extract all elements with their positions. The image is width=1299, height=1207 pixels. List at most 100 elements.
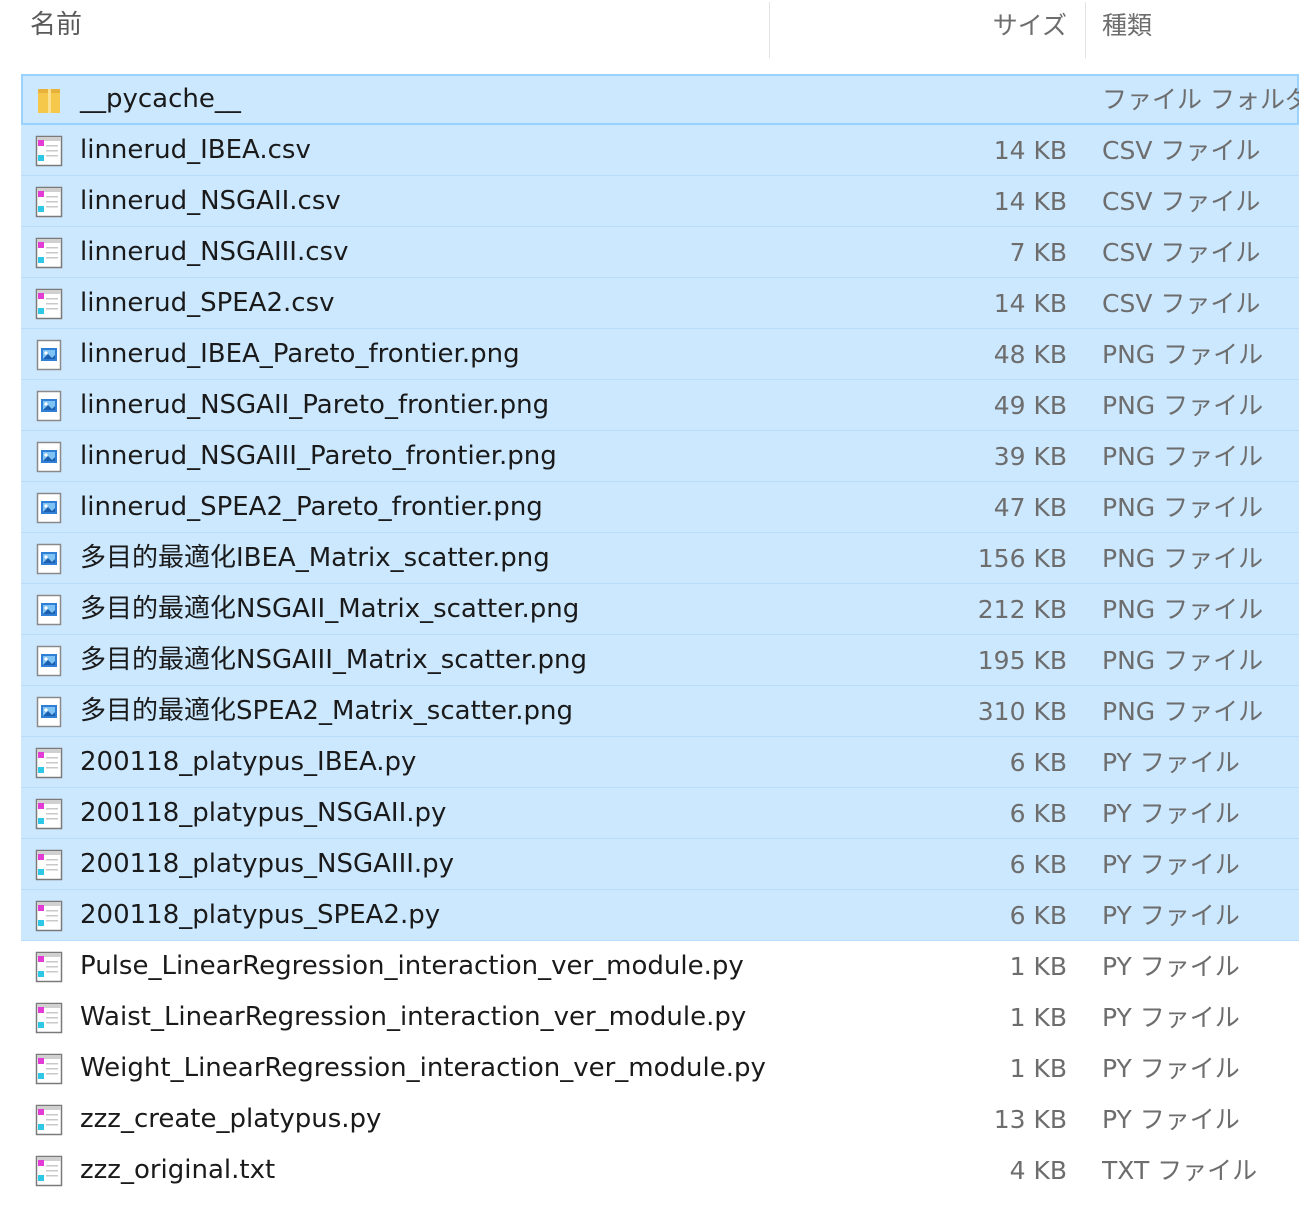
file-type: PNG ファイル xyxy=(1102,340,1264,369)
file-row[interactable]: zzz_create_platypus.py 13 KB PY ファイル xyxy=(0,1094,1299,1145)
file-type: CSV ファイル xyxy=(1102,238,1261,267)
file-name[interactable]: linnerud_SPEA2.csv xyxy=(80,278,335,329)
file-row[interactable]: linnerud_NSGAII.csv 14 KB CSV ファイル xyxy=(0,176,1299,227)
file-row[interactable]: 200118_platypus_SPEA2.py 6 KB PY ファイル xyxy=(0,890,1299,941)
file-size: 7 KB xyxy=(1009,238,1067,267)
file-name[interactable]: 多目的最適化NSGAII_Matrix_scatter.png xyxy=(80,584,579,635)
file-row[interactable]: linnerud_NSGAII_Pareto_frontier.png 49 KB… xyxy=(0,380,1299,431)
file-row[interactable]: zzz_original.txt 4 KB TXT ファイル xyxy=(0,1145,1299,1196)
file-row[interactable]: linnerud_SPEA2.csv 14 KB CSV ファイル xyxy=(0,278,1299,329)
file-name[interactable]: linnerud_NSGAII_Pareto_frontier.png xyxy=(80,380,549,431)
file-name[interactable]: 多目的最適化SPEA2_Matrix_scatter.png xyxy=(80,686,573,737)
file-size: 1 KB xyxy=(1009,1054,1067,1083)
file-row[interactable]: linnerud_NSGAIII_Pareto_frontier.png 39 K… xyxy=(0,431,1299,482)
file-type: PNG ファイル xyxy=(1102,595,1264,624)
file-type: PNG ファイル xyxy=(1102,442,1264,471)
file-row[interactable]: 200118_platypus_NSGAII.py 6 KB PY ファイル xyxy=(0,788,1299,839)
file-row[interactable]: 多目的最適化IBEA_Matrix_scatter.png 156 KB PNG フ… xyxy=(0,533,1299,584)
file-name[interactable]: __pycache__ xyxy=(80,74,241,125)
file-size: 14 KB xyxy=(993,187,1067,216)
file-name[interactable]: 多目的最適化NSGAIII_Matrix_scatter.png xyxy=(80,635,587,686)
file-icon xyxy=(34,1104,64,1136)
file-list: __pycache__ ファイル フォルダー linnerud_IBEA.csv 14… xyxy=(0,74,1299,1196)
file-size: 212 KB xyxy=(977,595,1067,624)
column-header-type[interactable]: 種類 xyxy=(1102,0,1299,51)
file-row[interactable]: __pycache__ ファイル フォルダー xyxy=(0,74,1299,125)
file-size: 1 KB xyxy=(1009,1003,1067,1032)
file-type: CSV ファイル xyxy=(1102,187,1261,216)
file-row[interactable]: linnerud_IBEA.csv 14 KB CSV ファイル xyxy=(0,125,1299,176)
file-row[interactable]: linnerud_NSGAIII.csv 7 KB CSV ファイル xyxy=(0,227,1299,278)
file-type: PY ファイル xyxy=(1102,799,1240,828)
column-header-size[interactable]: サイズ xyxy=(786,0,1067,51)
file-name[interactable]: 200118_platypus_NSGAII.py xyxy=(80,788,446,839)
file-type: PNG ファイル xyxy=(1102,697,1264,726)
file-type: PNG ファイル xyxy=(1102,544,1264,573)
file-icon xyxy=(34,951,64,983)
file-row[interactable]: 200118_platypus_NSGAIII.py 6 KB PY ファイル xyxy=(0,839,1299,890)
column-divider[interactable] xyxy=(769,2,770,58)
file-icon xyxy=(34,747,64,779)
file-row[interactable]: Pulse_LinearRegression_interaction_ver_m… xyxy=(0,941,1299,992)
file-size: 48 KB xyxy=(993,340,1067,369)
file-type: PY ファイル xyxy=(1102,748,1240,777)
file-size: 195 KB xyxy=(977,646,1067,675)
file-size: 1 KB xyxy=(1009,952,1067,981)
file-name[interactable]: Weight_LinearRegression_interaction_ver_… xyxy=(80,1043,766,1094)
file-icon xyxy=(34,1053,64,1085)
file-size: 6 KB xyxy=(1009,850,1067,879)
file-type: ファイル フォルダー xyxy=(1102,85,1299,114)
file-type: PY ファイル xyxy=(1102,1105,1240,1134)
column-header: 名前 サイズ 種類 xyxy=(0,0,1299,60)
file-type: PNG ファイル xyxy=(1102,391,1264,420)
file-name[interactable]: Waist_LinearRegression_interaction_ver_m… xyxy=(80,992,746,1043)
image-icon xyxy=(34,390,64,422)
file-row[interactable]: Waist_LinearRegression_interaction_ver_m… xyxy=(0,992,1299,1043)
file-type: CSV ファイル xyxy=(1102,136,1261,165)
file-icon xyxy=(34,1002,64,1034)
file-type: PY ファイル xyxy=(1102,850,1240,879)
file-name[interactable]: linnerud_NSGAII.csv xyxy=(80,176,341,227)
file-type: PY ファイル xyxy=(1102,1003,1240,1032)
file-name[interactable]: linnerud_IBEA.csv xyxy=(80,125,311,176)
file-name[interactable]: linnerud_NSGAIII.csv xyxy=(80,227,348,278)
folder-icon xyxy=(34,84,64,116)
file-icon xyxy=(34,186,64,218)
file-size: 14 KB xyxy=(993,289,1067,318)
file-name[interactable]: zzz_original.txt xyxy=(80,1145,275,1196)
file-name[interactable]: 200118_platypus_NSGAIII.py xyxy=(80,839,454,890)
file-name[interactable]: linnerud_NSGAIII_Pareto_frontier.png xyxy=(80,431,557,482)
file-name[interactable]: Pulse_LinearRegression_interaction_ver_m… xyxy=(80,941,744,992)
file-row[interactable]: 200118_platypus_IBEA.py 6 KB PY ファイル xyxy=(0,737,1299,788)
column-divider[interactable] xyxy=(1085,2,1086,58)
file-name[interactable]: linnerud_IBEA_Pareto_frontier.png xyxy=(80,329,520,380)
file-size: 310 KB xyxy=(977,697,1067,726)
image-icon xyxy=(34,696,64,728)
file-size: 6 KB xyxy=(1009,748,1067,777)
file-row[interactable]: Weight_LinearRegression_interaction_ver_… xyxy=(0,1043,1299,1094)
file-type: PNG ファイル xyxy=(1102,646,1264,675)
file-type: PY ファイル xyxy=(1102,901,1240,930)
file-row[interactable]: linnerud_IBEA_Pareto_frontier.png 48 KB PN… xyxy=(0,329,1299,380)
file-icon xyxy=(34,135,64,167)
file-size: 4 KB xyxy=(1009,1156,1067,1185)
file-icon xyxy=(34,849,64,881)
file-row[interactable]: 多目的最適化NSGAIII_Matrix_scatter.png 195 KB PN… xyxy=(0,635,1299,686)
file-name[interactable]: linnerud_SPEA2_Pareto_frontier.png xyxy=(80,482,543,533)
file-icon xyxy=(34,237,64,269)
file-row[interactable]: 多目的最適化SPEA2_Matrix_scatter.png 310 KB PNG … xyxy=(0,686,1299,737)
image-icon xyxy=(34,339,64,371)
file-row[interactable]: 多目的最適化NSGAII_Matrix_scatter.png 212 KB PNG… xyxy=(0,584,1299,635)
image-icon xyxy=(34,441,64,473)
file-size: 14 KB xyxy=(993,136,1067,165)
file-icon xyxy=(34,288,64,320)
file-name[interactable]: 多目的最適化IBEA_Matrix_scatter.png xyxy=(80,533,550,584)
file-size: 47 KB xyxy=(993,493,1067,522)
file-name[interactable]: zzz_create_platypus.py xyxy=(80,1094,381,1145)
column-header-name[interactable]: 名前 xyxy=(30,0,82,51)
file-name[interactable]: 200118_platypus_SPEA2.py xyxy=(80,890,440,941)
file-name[interactable]: 200118_platypus_IBEA.py xyxy=(80,737,416,788)
file-type: TXT ファイル xyxy=(1102,1156,1258,1185)
image-icon xyxy=(34,492,64,524)
file-row[interactable]: linnerud_SPEA2_Pareto_frontier.png 47 KB P… xyxy=(0,482,1299,533)
